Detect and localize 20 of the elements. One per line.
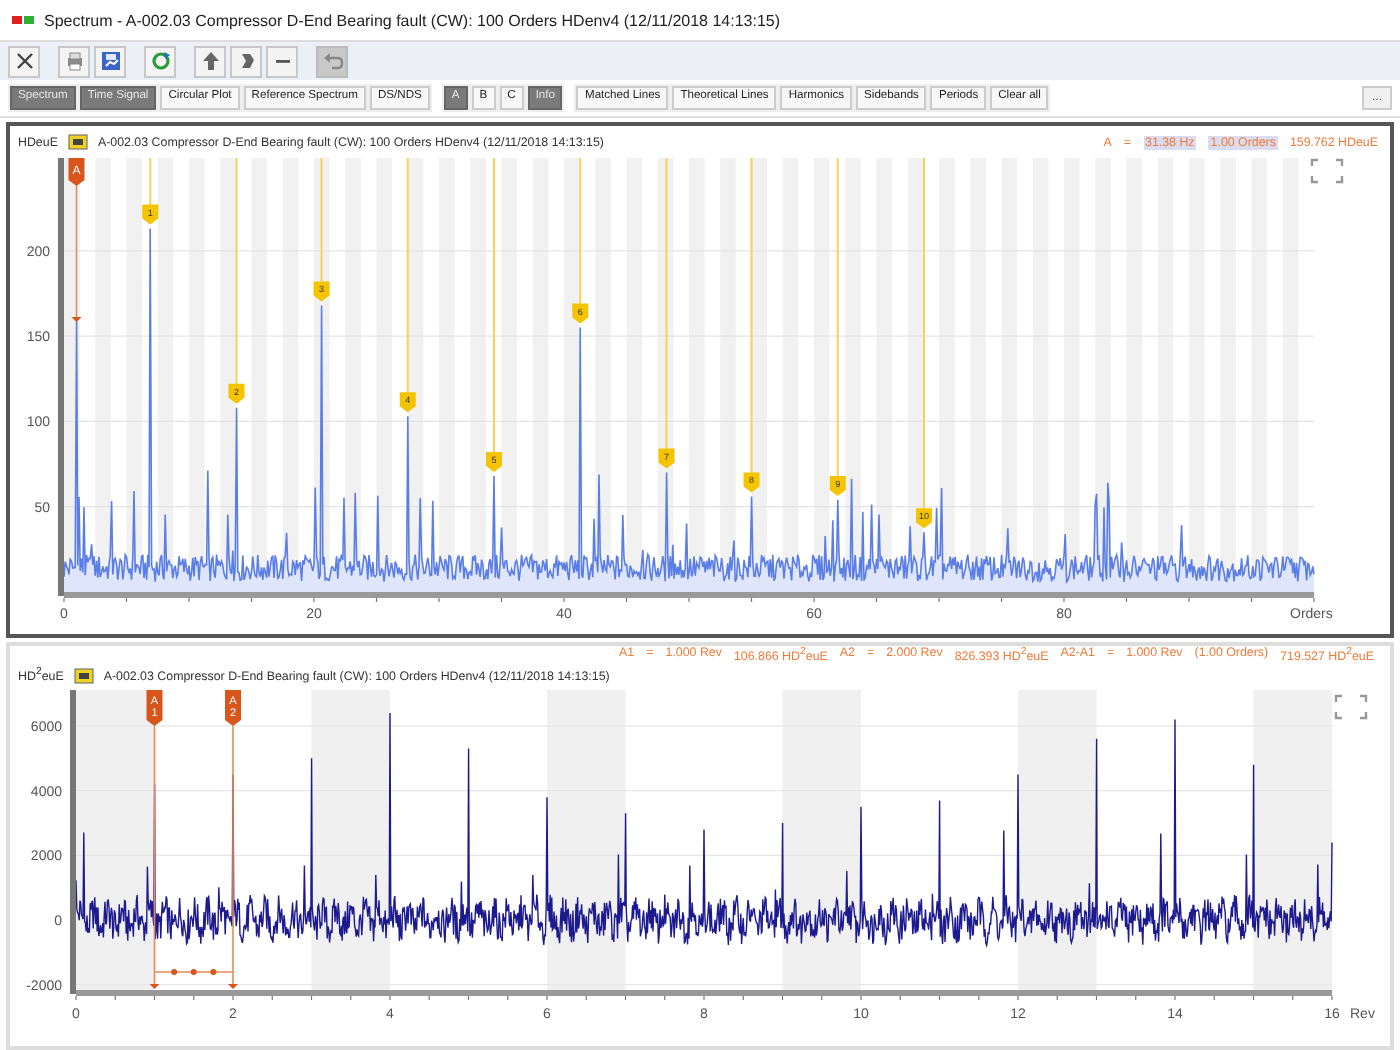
refresh-button[interactable] [144, 45, 176, 77]
chart-icon [99, 50, 121, 72]
save-button[interactable] [94, 45, 126, 77]
undo-icon [321, 50, 343, 72]
measurement-connector [153, 969, 234, 975]
signal-icon [73, 668, 94, 684]
fullscreen-icon[interactable] [1310, 158, 1344, 184]
minus-button[interactable] [266, 45, 298, 77]
app-icon [12, 14, 36, 26]
refresh-icon [149, 50, 171, 72]
close-icon [13, 50, 35, 72]
close-button[interactable] [8, 45, 40, 77]
fullscreen-icon[interactable] [1334, 694, 1368, 720]
signal-icon [67, 134, 88, 150]
down-button[interactable] [230, 45, 262, 77]
up-button[interactable] [194, 45, 226, 77]
arrow-up-icon [199, 50, 221, 72]
printer-icon [63, 50, 85, 72]
window-title: Spectrum - A-002.03 Compressor D-End Bearing fault (CW): 100 Orders HDenv4 (12/11/2018 14:13:15) [44, 11, 781, 29]
print-button[interactable] [58, 45, 90, 77]
